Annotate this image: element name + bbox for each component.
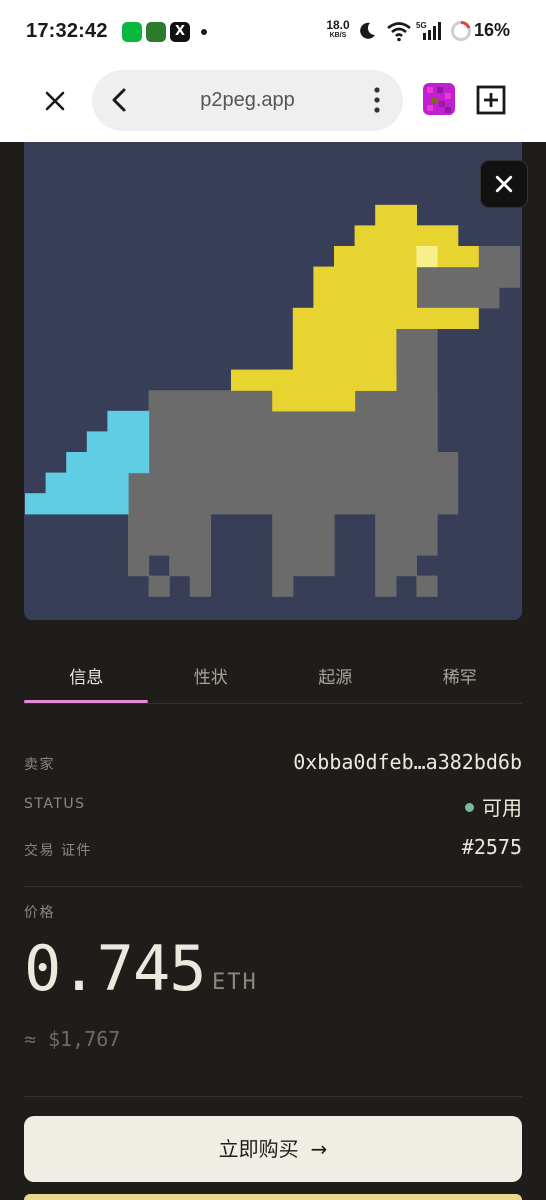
close-viewer-icon[interactable]	[480, 160, 528, 208]
horse-mane	[437, 307, 479, 329]
more-vertical-icon[interactable]	[367, 84, 387, 116]
cellular-signal-icon: 5G	[416, 21, 441, 40]
horse-leg	[375, 555, 417, 577]
nft-artwork	[24, 142, 522, 620]
horse-mane	[231, 369, 314, 391]
section-divider	[24, 1096, 522, 1097]
buy-now-button[interactable]: 立即购买 →	[24, 1116, 522, 1182]
seller-label: 卖家	[24, 757, 55, 773]
status-available-dot	[465, 803, 474, 812]
network-speed: 18.0 KB/S	[326, 18, 350, 40]
browser-toolbar: p2peg.app	[0, 64, 546, 142]
wifi-icon	[387, 22, 411, 42]
horse-hoof	[375, 575, 397, 597]
horse-leg	[148, 513, 211, 556]
cert-number: #2575	[461, 835, 522, 859]
horse-tail	[66, 493, 129, 515]
arrow-right-icon: →	[310, 1137, 328, 1161]
price-usd-estimate: ≈ $1,767	[24, 1027, 121, 1051]
horse-mane	[334, 246, 417, 268]
horse-neck	[395, 328, 438, 453]
price-amount: 0.745	[24, 932, 207, 1005]
cert-label: 交易 证件	[24, 843, 92, 859]
horse-mane	[272, 390, 356, 412]
horse-leg	[272, 513, 335, 577]
horse-mane	[416, 307, 438, 329]
profile-avatar-icon[interactable]	[423, 83, 455, 115]
svg-text:5G: 5G	[416, 21, 427, 30]
active-tab-indicator	[24, 700, 148, 703]
section-divider	[24, 886, 522, 887]
price-label: 价格	[24, 905, 55, 921]
horse-tail	[86, 431, 108, 494]
x-app-icon: X	[170, 22, 190, 42]
detail-tabs: 信息 性状 起源 稀罕	[24, 654, 522, 704]
address-bar[interactable]: p2peg.app	[92, 70, 403, 131]
horse-tail	[107, 472, 129, 494]
new-tab-icon[interactable]	[476, 85, 506, 115]
horse-muzzle	[478, 246, 520, 288]
horse-hoof	[189, 575, 211, 597]
horse-tail	[107, 410, 150, 474]
horse-leg	[169, 555, 211, 577]
buy-now-label: 立即购买	[218, 1137, 299, 1161]
url-text[interactable]: p2peg.app	[92, 89, 403, 112]
horse-hoof	[148, 575, 170, 597]
horse-hoof	[272, 575, 294, 597]
status-label: STATUS	[24, 796, 86, 812]
pixel-horse-image	[25, 204, 520, 597]
horse-mane	[395, 225, 459, 247]
wechat-icon	[122, 22, 142, 42]
horse-mane	[437, 246, 479, 268]
horse-body	[128, 472, 438, 515]
status-bar: 17:32:42 X 18.0 KB/S 5G 16%	[0, 0, 546, 64]
battery-percent: 16%	[474, 20, 511, 40]
horse-eye	[416, 246, 438, 268]
more-notifications-dot	[201, 29, 207, 35]
horse-tail	[45, 472, 67, 515]
status-text: 可用	[482, 796, 522, 820]
game-app-icon	[146, 22, 166, 42]
moon-icon	[360, 22, 375, 39]
tab-rarity[interactable]: 稀罕	[398, 654, 523, 704]
horse-hoof	[416, 575, 438, 597]
tab-info[interactable]: 信息	[24, 654, 149, 704]
close-tab-icon[interactable]	[38, 84, 72, 118]
tab-origin[interactable]: 起源	[273, 654, 398, 704]
horse-body	[437, 452, 459, 515]
horse-tail	[66, 452, 88, 494]
horse-leg	[375, 513, 438, 556]
battery-ring-icon	[451, 20, 471, 41]
seller-address[interactable]: 0xbba0dfeb…a382bd6b	[293, 750, 522, 774]
horse-mane	[313, 266, 417, 309]
tab-traits[interactable]: 性状	[149, 654, 274, 704]
price-unit: ETH	[212, 970, 258, 995]
status-value: 可用	[465, 792, 522, 821]
clock-time: 17:32:42	[26, 20, 108, 42]
secondary-button-edge[interactable]	[24, 1194, 522, 1200]
horse-leg	[128, 513, 150, 577]
horse-tail	[25, 493, 47, 515]
horse-mane	[292, 307, 417, 329]
